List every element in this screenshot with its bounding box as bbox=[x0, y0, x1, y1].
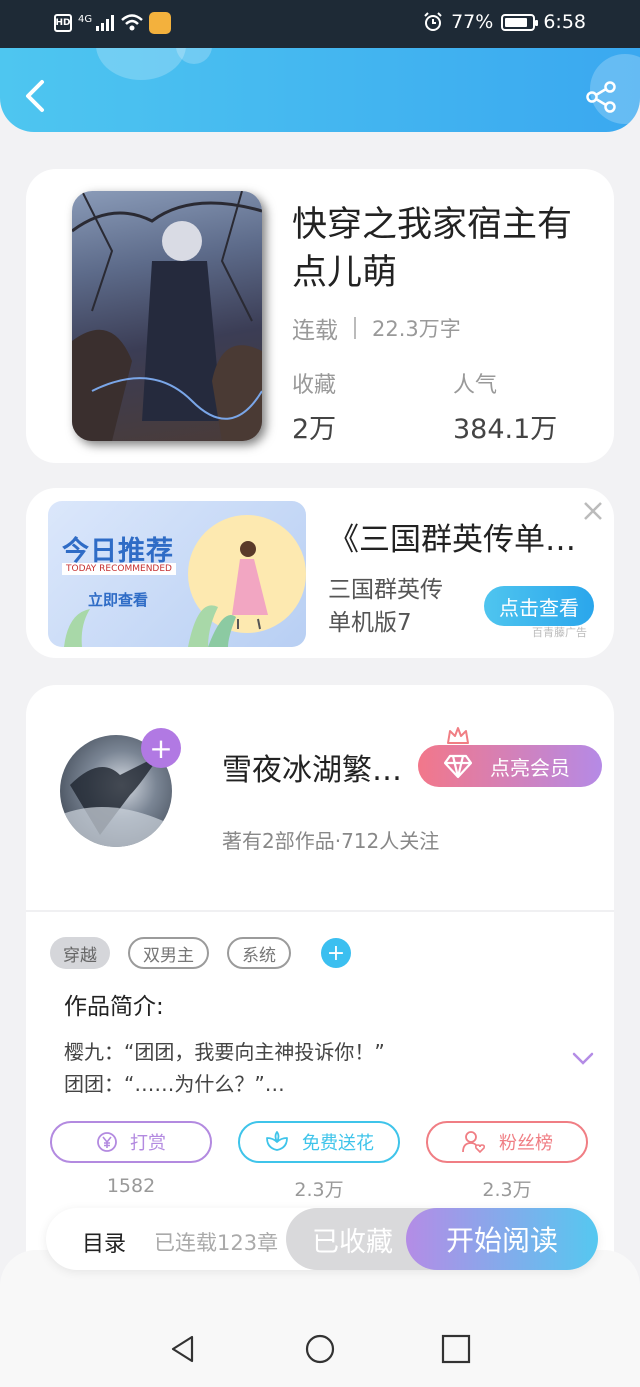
decorative-bubble bbox=[96, 48, 186, 80]
header bbox=[0, 48, 640, 132]
ad-description: 三国群英传单机版7 bbox=[328, 577, 443, 636]
wifi-icon bbox=[121, 14, 143, 31]
battery-percent: 77% bbox=[451, 11, 494, 33]
cover-illustration bbox=[72, 191, 262, 441]
battery-icon bbox=[501, 13, 539, 31]
popularity-label: 人气 bbox=[453, 373, 498, 398]
chapter-progress[interactable]: 已连载123章 bbox=[154, 1227, 278, 1257]
add-tag-button[interactable]: + bbox=[321, 938, 351, 968]
section-divider bbox=[26, 910, 614, 912]
table-of-contents-button[interactable]: 目录 bbox=[82, 1226, 126, 1258]
tip-count: 1582 bbox=[106, 1175, 156, 1197]
network-type: 4G bbox=[78, 13, 93, 25]
status-bar: HD 4G 77% 6:58 bbox=[0, 0, 640, 48]
share-button[interactable] bbox=[584, 80, 618, 114]
intro-heading: 作品简介: bbox=[64, 994, 164, 1020]
ad-card[interactable]: 今日推荐 TODAY RECOMMENDED 立即查看 《三国群英传单机版7》 … bbox=[26, 488, 614, 658]
book-word-count: 22.3万字 bbox=[372, 317, 461, 341]
intro-text[interactable]: 樱九：“团团，我要向主神投诉你！” 团团：“……为什么？”… bbox=[64, 1036, 385, 1100]
ad-title[interactable]: 《三国群英传单机版7》 bbox=[328, 514, 578, 559]
book-status: 连载 bbox=[292, 318, 338, 344]
alarm-icon bbox=[424, 12, 442, 31]
book-title: 快穿之我家宿主有点儿萌 bbox=[292, 205, 573, 293]
nav-home-icon[interactable] bbox=[305, 1334, 335, 1364]
book-info-card: 快穿之我家宿主有点儿萌 连载 22.3万字 收藏 2万 人气 384.1万 bbox=[26, 169, 614, 463]
hd-icon: HD bbox=[54, 14, 72, 32]
nav-back-icon[interactable] bbox=[168, 1334, 198, 1364]
reading-action-bar: 目录 已连载123章 已收藏 开始阅读 bbox=[46, 1208, 598, 1270]
author-name[interactable]: 雪夜冰湖繁星点点 bbox=[222, 745, 414, 789]
system-navigation-bar bbox=[0, 1250, 640, 1387]
tag[interactable]: 系统 bbox=[227, 937, 291, 969]
ad-source-label: 百青藤广告 bbox=[532, 626, 587, 639]
follow-author-button[interactable]: + bbox=[141, 728, 181, 768]
user-heart-icon bbox=[462, 1131, 486, 1154]
favorites-value: 2万 bbox=[292, 414, 337, 445]
popularity-value: 384.1万 bbox=[453, 414, 558, 445]
ad-banner-subtitle: TODAY RECOMMENDED bbox=[62, 563, 176, 575]
author-meta: 著有2部作品·712人关注 bbox=[222, 829, 440, 853]
ad-banner-cta: 立即查看 bbox=[88, 591, 149, 609]
back-button[interactable] bbox=[18, 76, 54, 116]
send-flower-button[interactable]: 免费送花 bbox=[238, 1121, 400, 1163]
fan-ranking-button[interactable]: 粉丝榜 bbox=[426, 1121, 588, 1163]
flower-count: 2.3万 bbox=[294, 1179, 344, 1201]
intro-line: 团团：“……为什么？”… bbox=[64, 1072, 285, 1096]
leaf-decoration-icon bbox=[64, 609, 90, 647]
close-icon[interactable] bbox=[582, 500, 604, 522]
send-flower-label: 免费送花 bbox=[302, 1133, 374, 1154]
tag[interactable]: 穿越 bbox=[50, 937, 110, 969]
tip-button-label: 打赏 bbox=[130, 1133, 166, 1154]
diamond-icon bbox=[444, 754, 472, 779]
book-cover[interactable] bbox=[72, 191, 262, 441]
intro-line: 樱九：“团团，我要向主神投诉你！” bbox=[64, 1040, 385, 1064]
notification-app-icon bbox=[149, 12, 172, 34]
ad-view-button[interactable]: 点击查看 bbox=[484, 586, 594, 626]
start-reading-button[interactable]: 开始阅读 bbox=[406, 1208, 598, 1270]
vip-button-label: 点亮会员 bbox=[490, 755, 570, 780]
leaf-decoration-icon bbox=[188, 605, 236, 647]
decorative-bubble bbox=[176, 48, 212, 64]
favorites-label: 收藏 bbox=[292, 373, 337, 398]
divider bbox=[354, 317, 356, 339]
chevron-down-icon[interactable] bbox=[572, 1051, 594, 1067]
nav-recents-icon[interactable] bbox=[441, 1334, 471, 1364]
tip-button[interactable]: 打赏 bbox=[50, 1121, 212, 1163]
signal-icon bbox=[96, 15, 115, 31]
tag[interactable]: 双男主 bbox=[128, 937, 209, 969]
fan-ranking-label: 粉丝榜 bbox=[499, 1133, 553, 1154]
crown-icon bbox=[447, 727, 469, 744]
tag-list: 穿越 双男主 系统 + bbox=[50, 937, 351, 969]
vip-membership-button[interactable]: 点亮会员 bbox=[418, 727, 602, 787]
ad-banner[interactable]: 今日推荐 TODAY RECOMMENDED 立即查看 bbox=[48, 501, 306, 647]
flower-icon bbox=[266, 1131, 288, 1151]
yen-coin-icon bbox=[97, 1132, 117, 1152]
fan-count: 2.3万 bbox=[482, 1179, 532, 1201]
clock: 6:58 bbox=[543, 11, 586, 33]
